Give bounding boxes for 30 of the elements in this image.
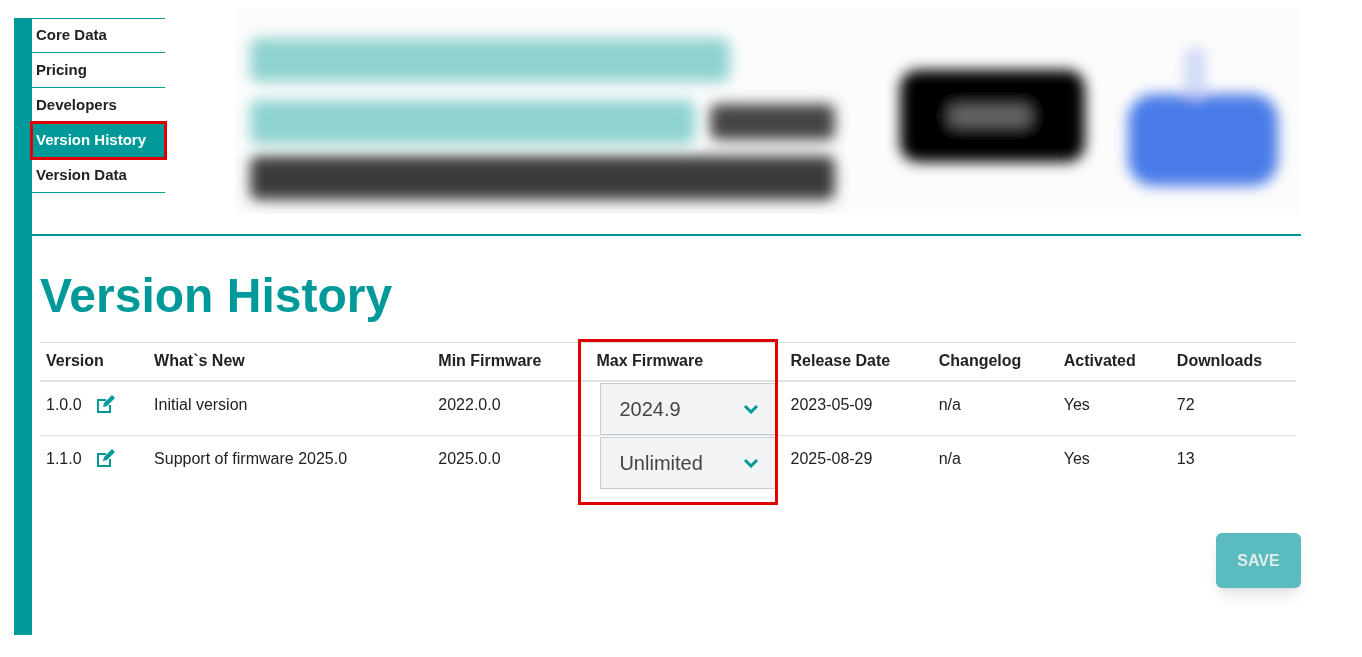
table-cell: 2022.0.0 [438,395,501,413]
table-cell: Yes [1063,449,1090,467]
table-cell-text: 1.1.0 [46,448,82,469]
column-header: Downloads [1176,352,1263,370]
column-header: Release Date [790,352,891,370]
column-header: What`s New [154,352,245,370]
column-header: Changelog [938,352,1022,370]
column-header: Version [46,352,104,370]
column-header: Max Firmware [596,352,704,370]
sidebar-item[interactable]: Core Data [32,18,165,53]
table-cell: 2023-05-09 [790,395,873,413]
table-cell: Yes [1063,395,1090,413]
table-cell: Support of firmware 2025.0 [154,449,348,467]
edit-icon[interactable] [94,395,116,414]
table-cell: 13 [1176,449,1195,467]
table-cell: n/a [938,449,961,467]
sidebar-item[interactable]: Version Data [32,158,165,193]
chevron-down-icon [743,403,760,414]
column-header: Activated [1063,352,1136,370]
table-cell: 2025.0.0 [438,449,501,467]
sidebar-item[interactable]: Pricing [32,53,165,88]
table-cell: 72 [1176,395,1195,413]
chevron-down-icon [743,457,760,468]
table-cell: Initial version [154,395,248,413]
column-header: Min Firmware [438,352,542,370]
edit-icon[interactable] [94,449,116,468]
table-cell: n/a [938,395,961,413]
table-cell-text: 1.0.0 [46,394,82,415]
table-cell: 2025-08-29 [790,449,873,467]
page-title: Version History [40,272,394,320]
